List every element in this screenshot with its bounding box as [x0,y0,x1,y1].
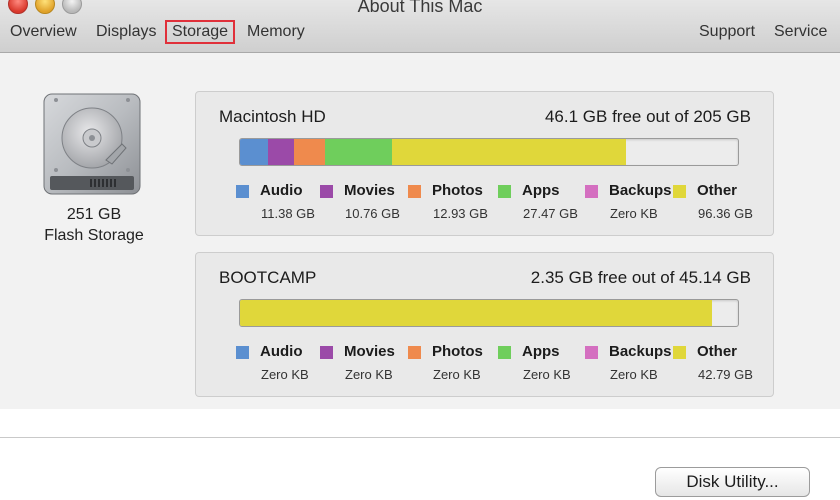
legend-label: Audio [260,182,303,199]
legend-value: Zero KB [610,206,658,221]
legend-label: Photos [432,182,483,199]
bar-segment-free [712,300,738,326]
legend-label: Apps [522,182,560,199]
storage-legend: Audio Zero KB Movies Zero KB Photos Zero… [236,343,756,389]
legend-label: Other [697,182,738,199]
photos-swatch [408,185,421,198]
other-swatch [673,185,686,198]
window-title: About This Mac [357,0,483,16]
disk-utility-button[interactable]: Disk Utility... [655,467,810,497]
tab-support[interactable]: Support [699,22,755,42]
legend-value: 11.38 GB [261,206,315,221]
legend-label: Backups [609,343,672,360]
photos-swatch [408,346,421,359]
volume-bootcamp: BOOTCAMP 2.35 GB free out of 45.14 GB Au… [195,252,774,397]
legend-value: Zero KB [345,367,393,382]
legend-label: Photos [432,343,483,360]
backups-swatch [585,185,598,198]
tab-displays[interactable]: Displays [96,22,156,42]
legend-value: 12.93 GB [433,206,488,221]
hard-drive-icon [43,93,141,195]
storage-legend: Audio 11.38 GB Movies 10.76 GB Photos 12… [236,182,756,228]
apps-swatch [498,346,511,359]
audio-swatch [236,185,249,198]
legend-value: 42.79 GB [698,367,753,382]
bar-segment-other [240,300,713,326]
drive-caption: 251 GB Flash Storage [30,204,158,246]
legend-value: Zero KB [523,367,571,382]
title-bar: About This Mac Overview Displays Storage… [0,0,840,53]
bar-segment-apps [325,139,392,165]
drive-type: Flash Storage [44,227,144,244]
legend-value: 96.36 GB [698,206,753,221]
storage-usage-bar [239,299,739,327]
legend-value: 10.76 GB [345,206,400,221]
legend-value: 27.47 GB [523,206,578,221]
volume-name: BOOTCAMP [219,268,317,287]
audio-swatch [236,346,249,359]
tab-memory[interactable]: Memory [247,22,305,42]
tab-storage[interactable]: Storage [165,20,236,44]
volume-name: Macintosh HD [219,107,326,126]
volume-free-space: 46.1 GB free out of 205 GB [544,107,751,126]
apps-swatch [498,185,511,198]
legend-label: Other [697,343,738,360]
legend-label: Apps [522,343,560,360]
drive-capacity: 251 GB [66,206,122,223]
legend-label: Backups [609,182,672,199]
legend-label: Movies [344,182,395,199]
volume-free-space: 2.35 GB free out of 45.14 GB [530,268,751,287]
tab-overview[interactable]: Overview [10,22,77,42]
volume-macintosh-hd: Macintosh HD 46.1 GB free out of 205 GB … [195,91,774,236]
divider [0,437,840,438]
bar-segment-other [391,139,626,165]
legend-value: Zero KB [261,367,309,382]
bar-segment-photos [293,139,326,165]
backups-swatch [585,346,598,359]
movies-swatch [320,185,333,198]
legend-value: Zero KB [610,367,658,382]
other-swatch [673,346,686,359]
legend-label: Movies [344,343,395,360]
tab-service[interactable]: Service [774,22,827,42]
legend-value: Zero KB [433,367,481,382]
legend-label: Audio [260,343,303,360]
storage-usage-bar [239,138,739,166]
movies-swatch [320,346,333,359]
bar-segment-audio [240,139,268,165]
bar-segment-movies [267,139,294,165]
bar-segment-free [626,139,738,165]
